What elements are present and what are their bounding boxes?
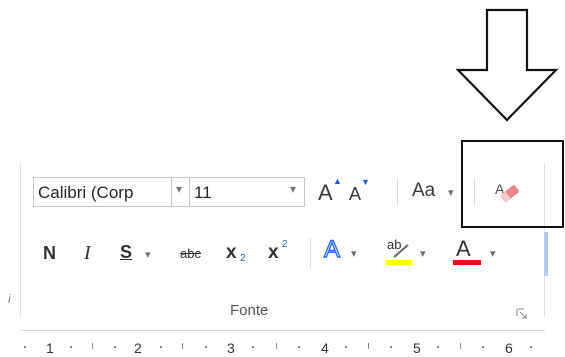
font-name-combo[interactable]: Calibri (Corp ▾	[33, 177, 190, 207]
chevron-down-icon: ▾	[448, 187, 454, 199]
ruler-dot	[160, 346, 162, 348]
font-group-label: Fonte	[230, 302, 269, 319]
ruler-dot	[437, 346, 439, 348]
callout-box	[461, 140, 564, 228]
grow-font-letter: A	[318, 180, 333, 205]
ruler-dot	[205, 346, 207, 348]
shrink-font-button[interactable]: A ▼	[347, 176, 373, 206]
ruler-dot	[482, 346, 484, 348]
subscript-index: 2	[240, 253, 246, 264]
strikethrough-button[interactable]: abc	[180, 246, 201, 261]
font-name-value: Calibri (Corp	[38, 183, 134, 202]
ruler-number: 1	[46, 340, 54, 356]
ruler-tick	[460, 343, 461, 349]
ruler-tick	[368, 343, 369, 349]
superscript-base: x	[268, 242, 279, 263]
dialog-launcher-icon[interactable]	[516, 308, 528, 320]
left-marker: i	[8, 292, 11, 306]
superscript-index: 2	[282, 239, 288, 250]
ruler-dot	[298, 346, 300, 348]
grow-font-button[interactable]: A ▲	[316, 176, 342, 206]
highlight-swatch	[386, 260, 412, 265]
ruler-tick	[182, 343, 183, 349]
chevron-down-icon: ▾	[490, 248, 496, 260]
highlighter-icon	[393, 244, 409, 258]
chevron-down-icon: ▾	[145, 249, 151, 261]
change-case-label: Aa	[412, 180, 436, 201]
ruler-dot	[390, 346, 392, 348]
italic-button[interactable]: I	[84, 242, 91, 265]
underline-label: S	[120, 242, 133, 262]
ribbon-left-border	[20, 164, 21, 316]
ruler-tick	[92, 343, 93, 349]
ruler-number: 3	[227, 340, 235, 356]
row1-separator	[397, 178, 398, 206]
ruler-number: 5	[413, 340, 421, 356]
font-color-letter: A	[456, 236, 471, 261]
superscript-button[interactable]: x 2	[265, 238, 295, 268]
text-effects-letter: A	[323, 235, 341, 263]
chevron-down-icon[interactable]: ▾	[176, 182, 182, 196]
ruler-dot	[530, 346, 532, 348]
chevron-down-icon: ▾	[420, 248, 426, 260]
chevron-down-icon: ▾	[351, 248, 357, 260]
scroll-indicator	[544, 232, 548, 276]
ruler-number: 2	[134, 340, 142, 356]
ruler-dot	[345, 346, 347, 348]
ruler-number: 6	[505, 340, 513, 356]
row2-separator	[310, 238, 311, 268]
subscript-button[interactable]: x 2	[223, 238, 253, 268]
font-size-value: 11	[194, 183, 212, 202]
font-color-button[interactable]: A ▾	[450, 236, 500, 268]
subscript-base: x	[226, 242, 237, 263]
highlight-color-button[interactable]: ab ▾	[382, 236, 432, 268]
font-color-swatch	[453, 260, 481, 265]
underline-button[interactable]: S ▾	[115, 238, 161, 268]
bold-button[interactable]: N	[43, 243, 56, 264]
text-effects-button[interactable]: A ▾	[320, 235, 364, 268]
shrink-font-mark: ▼	[361, 177, 370, 187]
down-arrow-icon	[456, 8, 559, 122]
ruler-number: 4	[321, 340, 329, 356]
horizontal-ruler[interactable]	[20, 330, 545, 357]
ruler-dot	[252, 346, 254, 348]
ruler-dot	[114, 346, 116, 348]
chevron-down-icon[interactable]: ▾	[290, 182, 296, 196]
ruler-tick	[276, 343, 277, 349]
font-size-combo[interactable]: 11 ▾	[189, 177, 305, 207]
shrink-font-letter: A	[349, 184, 362, 204]
grow-font-mark: ▲	[333, 176, 342, 186]
ruler-dot	[70, 346, 72, 348]
ruler-dot	[24, 346, 26, 348]
change-case-button[interactable]: Aa ▾	[408, 176, 460, 206]
